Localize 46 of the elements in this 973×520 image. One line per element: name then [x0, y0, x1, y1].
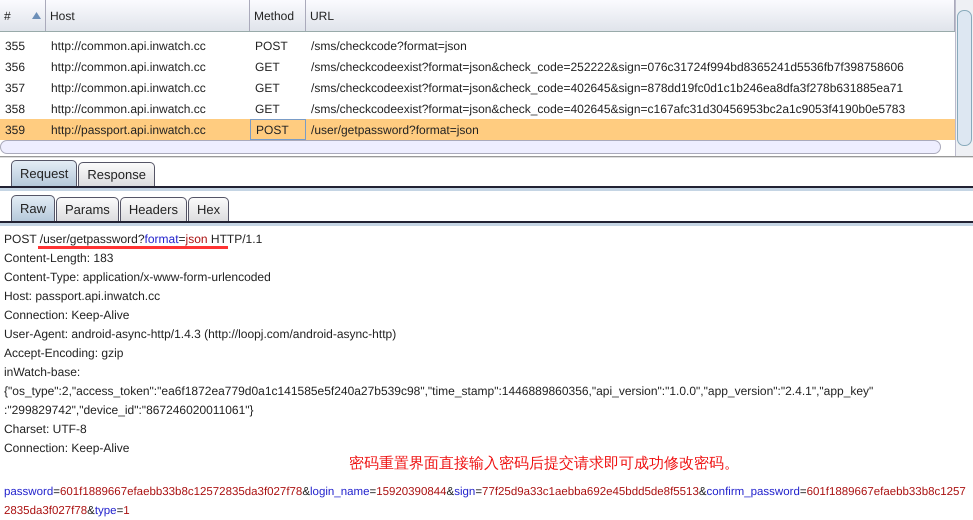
header-line: Content-Length: 183	[4, 250, 114, 267]
table-cell-text: 359	[4, 122, 26, 138]
table-cell-text: POST	[254, 38, 289, 54]
tab[interactable]: Headers	[120, 197, 187, 221]
table-cell-text: http://common.api.inwatch.cc	[50, 58, 207, 76]
table-cell-text: /sms/checkcodeexist?format=json&check_code=402645&sign=c167afc31d30456953bc2a1c9053f4190b0e5783	[310, 100, 906, 118]
table-cell-text: /sms/checkcodeexist?format=json&check_code=402645&sign=878dd19fc0d1c1b246ea8dfa3f278b631885ea71	[310, 80, 904, 96]
header-line: Connection: Keep-Alive	[4, 440, 130, 457]
vertical-scrollbar[interactable]	[955, 0, 973, 156]
tab[interactable]: Raw	[11, 195, 56, 221]
request-line: POST /user/getpassword?format=json HTTP/1.1	[4, 232, 262, 246]
tab[interactable]: Response	[78, 162, 155, 186]
table-row[interactable]: 359 http://passport.api.inwatch.cc POST /user/getpassword?format=json	[0, 119, 955, 140]
header-line: Charset: UTF-8	[4, 421, 88, 438]
column-header[interactable]: Method	[250, 0, 306, 31]
header-line: Host: passport.api.inwatch.cc	[4, 288, 162, 305]
table-cell-text: 357	[4, 80, 26, 96]
table-cell-text: http://common.api.inwatch.cc	[50, 100, 207, 118]
table-cell-text: GET	[254, 58, 281, 76]
table-cell: POST	[250, 119, 306, 140]
table-cell-text: 355	[4, 38, 26, 54]
header-line: {"os_type":2,"access_token":"ea6f1872ea779d0a1c141585e5f240a27b539c98","time_stamp":1446889860356,"api_version":"1.0.0","app_version":"2.4.1","app_key"	[4, 383, 874, 400]
header-line: User-Agent: android-async-http/1.4.3 (http://loopj.com/android-async-http)	[4, 326, 398, 343]
table-cell-text: http://common.api.inwatch.cc	[50, 38, 207, 54]
header-line: :"299829742","device_id":"867246020011061"}	[4, 402, 255, 419]
table-cell-text: /user/getpassword?format=json	[310, 122, 480, 138]
table-cell-text: GET	[254, 100, 281, 118]
table-cell-text: 356	[4, 58, 26, 76]
request-body: password=601f1889667efaebb33b8c12572835da3f027f78&login_name=15920390844&sign=77f25d9a33c1aebba692e45bdd5de8f5513&confirm_password=601f1889667efaebb33b8c12572835da3f027f78&type=1	[4, 485, 967, 519]
tab[interactable]: Request	[11, 160, 78, 186]
annotation-text: 密码重置界面直接输入密码后提交请求即可成功修改密码。	[349, 454, 739, 473]
horizontal-scrollbar[interactable]	[0, 140, 941, 154]
column-header[interactable]: #	[0, 0, 46, 31]
tab[interactable]: Params	[56, 197, 119, 221]
header-line: inWatch-base:	[4, 364, 82, 381]
header-line: Connection: Keep-Alive	[4, 307, 130, 324]
column-header[interactable]: Host	[46, 0, 250, 31]
table-cell-text: /sms/checkcode?format=json	[310, 38, 468, 54]
header-line: Content-Type: application/x-www-form-urlencoded	[4, 269, 272, 286]
table-cell-text: /sms/checkcodeexist?format=json&check_code=252222&sign=076c31724f994bd8365241d5536fb7f398758606	[310, 58, 905, 76]
header-line: Accept-Encoding: gzip	[4, 345, 124, 362]
table-cell-text: http://passport.api.inwatch.cc	[50, 122, 207, 138]
table-cell-text: GET	[254, 80, 281, 96]
table-cell-text: 358	[4, 100, 26, 118]
table-cell-text: http://common.api.inwatch.cc	[50, 80, 207, 96]
tab[interactable]: Hex	[188, 197, 230, 221]
